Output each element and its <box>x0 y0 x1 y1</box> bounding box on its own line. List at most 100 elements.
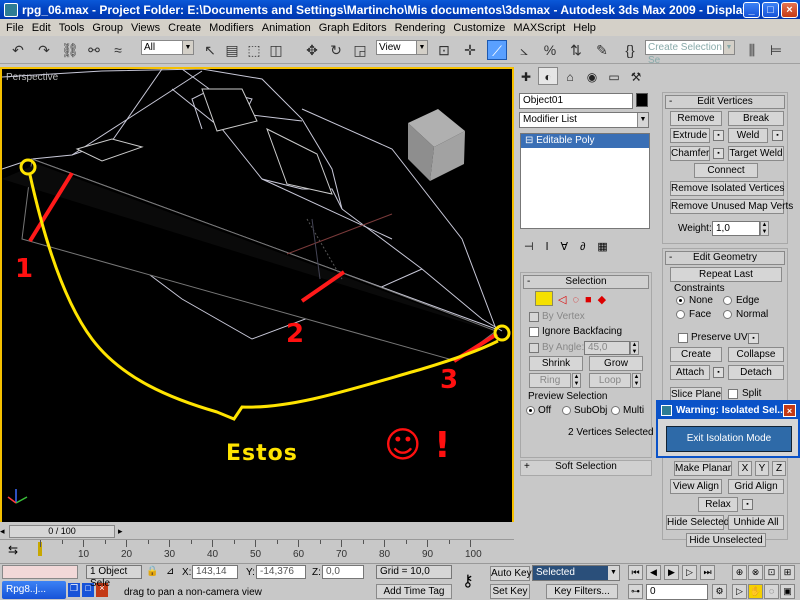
time-configuration-icon[interactable]: ⚙ <box>712 584 727 599</box>
repeat-last-button[interactable]: Repeat Last <box>670 267 782 282</box>
constraint-normal-radio[interactable] <box>723 310 732 319</box>
select-manipulate-icon[interactable]: ✛ <box>460 40 480 60</box>
soft-selection-header[interactable]: + Soft Selection <box>521 461 651 475</box>
menu-edit[interactable]: Edit <box>28 22 55 34</box>
key-filters-button[interactable]: Key Filters... <box>546 584 618 599</box>
remove-button[interactable]: Remove <box>670 111 722 126</box>
track-bar[interactable]: ⇆ 10 20 30 40 50 60 70 80 90 100 <box>0 539 514 563</box>
spinner-snap-icon[interactable]: ⇅ <box>566 40 586 60</box>
unlink-icon[interactable]: ⚯ <box>84 40 104 60</box>
play-icon[interactable]: ▶ <box>664 565 679 580</box>
time-slider[interactable]: 0 / 100 <box>9 525 115 538</box>
constraint-edge-radio[interactable] <box>723 296 732 305</box>
make-planar-button[interactable]: Make Planar <box>674 461 732 476</box>
view-align-button[interactable]: View Align <box>670 479 722 494</box>
reference-coordinate-dropdown[interactable]: View ▼ <box>376 40 428 55</box>
relax-button[interactable]: Relax <box>698 497 738 512</box>
perspective-viewport[interactable]: Perspective 1 2 3 Estos ☺ ! <box>0 67 514 539</box>
select-move-icon[interactable]: ✥ <box>302 40 322 60</box>
unhide-all-button[interactable]: Unhide All <box>728 515 784 530</box>
slider-right-arrow-icon[interactable]: ▸ <box>118 526 123 537</box>
modify-tab-icon[interactable]: ◐ <box>538 67 558 85</box>
split-checkbox[interactable] <box>728 389 738 399</box>
grid-align-button[interactable]: Grid Align <box>728 479 784 494</box>
create-button[interactable]: Create <box>670 347 722 362</box>
minimize-button[interactable]: _ <box>743 1 760 18</box>
y-coordinate-field[interactable]: -14,376 <box>256 565 306 579</box>
ring-spinner-icon[interactable]: ▲ ▼ <box>572 373 581 388</box>
go-to-end-icon[interactable]: ⏭ <box>700 565 715 580</box>
menu-graph-editors[interactable]: Graph Editors <box>315 22 391 34</box>
dialog-title-bar[interactable]: Warning: Isolated Sel... × <box>658 402 798 419</box>
viewcube-icon[interactable] <box>408 109 465 181</box>
planar-z-button[interactable]: Z <box>772 461 786 476</box>
ignore-backfacing-checkbox[interactable] <box>529 327 539 337</box>
preview-subobj-radio[interactable] <box>562 406 571 415</box>
current-frame-field[interactable]: 0 <box>646 584 708 600</box>
loop-button[interactable]: Loop <box>589 373 631 388</box>
window-crossing-icon[interactable]: ◫ <box>266 40 286 60</box>
redo-icon[interactable]: ↷ <box>34 40 54 60</box>
maximize-viewport-icon[interactable]: ▣ <box>780 584 795 599</box>
select-link-icon[interactable]: ⛓ <box>60 40 80 60</box>
weld-settings-icon[interactable]: ▪ <box>772 130 783 141</box>
preserve-uvs-settings-icon[interactable]: ▪ <box>748 333 759 344</box>
modifier-stack[interactable]: ⊟ Editable Poly <box>520 133 650 229</box>
key-mode-dropdown[interactable]: Selected ▼ <box>532 565 620 581</box>
planar-x-button[interactable]: X <box>738 461 752 476</box>
zoom-all-icon[interactable]: ⊗ <box>748 565 763 580</box>
collapse-button[interactable]: Collapse <box>728 347 784 362</box>
pivot-center-icon[interactable]: ⊡ <box>434 40 454 60</box>
modifier-list-dropdown[interactable]: Modifier List ▼ <box>519 112 649 128</box>
show-end-result-icon[interactable]: ǀ <box>546 241 561 253</box>
preview-multi-radio[interactable] <box>611 406 620 415</box>
create-tab-icon[interactable]: ✚ <box>516 68 536 86</box>
edit-vertices-header[interactable]: - Edit Vertices <box>665 95 785 109</box>
select-by-name-icon[interactable]: ▤ <box>222 40 242 60</box>
attach-settings-icon[interactable]: ▪ <box>713 367 724 378</box>
undo-icon[interactable]: ↶ <box>8 40 28 60</box>
weight-field[interactable]: 1,0 <box>712 221 760 236</box>
key-icon[interactable]: ⚷ <box>462 571 474 591</box>
bind-space-warp-icon[interactable]: ≈ <box>108 40 128 60</box>
close-icon[interactable]: × <box>783 404 796 417</box>
connect-button[interactable]: Connect <box>694 163 758 178</box>
pin-stack-icon[interactable]: ⊣ <box>524 241 546 253</box>
by-angle-spinner-icon[interactable]: ▲ ▼ <box>630 341 639 355</box>
next-frame-icon[interactable]: ▷ <box>682 565 697 580</box>
orbit-icon[interactable]: ◌ <box>764 584 779 599</box>
menu-animation[interactable]: Animation <box>258 22 315 34</box>
select-object-icon[interactable]: ↖ <box>200 40 220 60</box>
remove-modifier-icon[interactable]: ∂ <box>580 241 597 253</box>
detach-button[interactable]: Detach <box>728 365 784 380</box>
expand-icon[interactable]: ⊟ <box>525 135 536 146</box>
angle-snap-icon[interactable]: ⦣ <box>514 40 534 60</box>
maxscript-listener-field[interactable] <box>2 565 78 579</box>
select-scale-icon[interactable]: ◲ <box>350 40 370 60</box>
constraint-face-radio[interactable] <box>676 310 685 319</box>
hide-unselected-button[interactable]: Hide Unselected <box>686 533 766 547</box>
select-rotate-icon[interactable]: ↻ <box>326 40 346 60</box>
edit-named-selection-icon[interactable]: ✎ <box>592 40 612 60</box>
remove-unused-map-verts-button[interactable]: Remove Unused Map Verts <box>670 199 793 214</box>
stack-item-editable-poly[interactable]: ⊟ Editable Poly <box>521 134 649 148</box>
make-unique-icon[interactable]: ∀ <box>560 241 580 253</box>
add-time-tag-button[interactable]: Add Time Tag <box>376 584 452 599</box>
loop-spinner-icon[interactable]: ▲ ▼ <box>632 373 641 388</box>
by-angle-checkbox[interactable] <box>529 343 539 353</box>
hierarchy-tab-icon[interactable]: ⌂ <box>560 68 580 86</box>
chamfer-button[interactable]: Chamfer <box>670 146 710 161</box>
mirror-icon[interactable]: ⫼ <box>742 40 762 60</box>
ring-button[interactable]: Ring <box>529 373 571 388</box>
x-coordinate-field[interactable]: 143,14 <box>192 565 238 579</box>
extrude-button[interactable]: Extrude <box>670 128 710 143</box>
break-button[interactable]: Break <box>728 111 784 126</box>
previous-frame-icon[interactable]: ◀ <box>646 565 661 580</box>
by-angle-field[interactable]: 45,0 <box>584 341 630 355</box>
remove-isolated-vertices-button[interactable]: Remove Isolated Vertices <box>670 181 784 196</box>
menu-file[interactable]: File <box>2 22 28 34</box>
percent-snap-icon[interactable]: % <box>540 40 560 60</box>
selection-header[interactable]: - Selection <box>523 275 649 289</box>
menu-rendering[interactable]: Rendering <box>391 22 450 34</box>
maximize-button[interactable]: □ <box>762 1 779 18</box>
